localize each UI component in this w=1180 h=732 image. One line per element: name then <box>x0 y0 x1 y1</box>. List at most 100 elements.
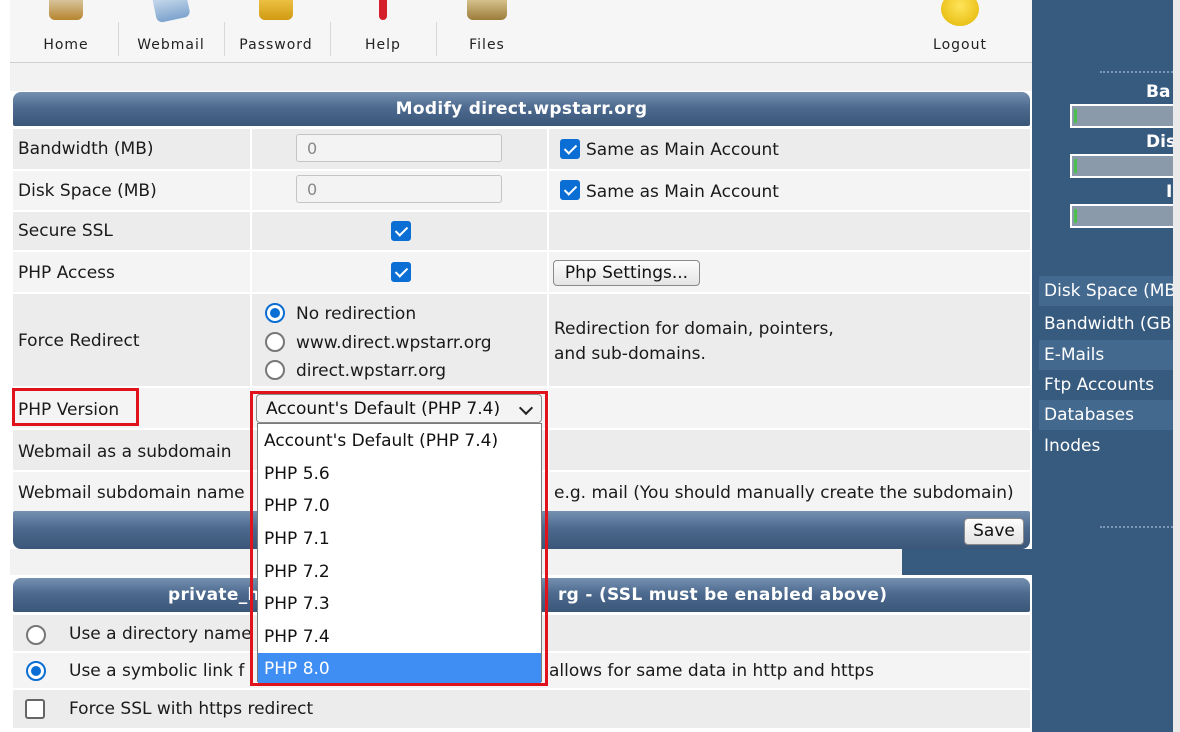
disk-same-checkbox[interactable] <box>560 180 580 200</box>
nav-divider <box>330 22 331 56</box>
redirect-nowww-label: direct.wpstarr.org <box>296 361 447 381</box>
bandwidth-same-checkbox[interactable] <box>560 139 580 159</box>
column-divider <box>547 129 549 169</box>
nav-home[interactable]: Home <box>16 0 116 62</box>
redirect-www-radio[interactable] <box>265 332 285 352</box>
column-divider <box>547 294 549 386</box>
home-icon <box>49 0 83 20</box>
bandwidth-input[interactable] <box>296 134 502 162</box>
column-divider <box>547 252 549 292</box>
inode-usage-bar <box>1070 204 1173 228</box>
php-access-row: PHP Access Php Settings... <box>13 250 1030 292</box>
column-divider <box>547 388 549 428</box>
php-option-highlighted[interactable]: PHP 8.0 <box>258 653 541 686</box>
sidebar-item-bandwidth[interactable]: Bandwidth (GB <box>1039 309 1173 339</box>
php-access-checkbox[interactable] <box>391 262 411 282</box>
password-icon <box>259 0 293 20</box>
nav-home-label: Home <box>43 37 89 53</box>
nav-webmail-label: Webmail <box>137 37 205 53</box>
nav-password-label: Password <box>239 37 313 53</box>
php-option[interactable]: PHP 7.3 <box>258 588 541 621</box>
nav-divider <box>118 22 119 56</box>
sidebar-item-disk-space[interactable]: Disk Space (MB <box>1039 276 1173 306</box>
nav-help[interactable]: Help <box>333 0 433 62</box>
webmail-name-hint: e.g. mail (You should manually create th… <box>554 483 1014 503</box>
section-gap-dark <box>902 549 1032 575</box>
column-divider <box>547 430 549 470</box>
php-version-select[interactable]: Account's Default (PHP 7.4) <box>256 394 542 423</box>
nav-logout-label: Logout <box>933 37 987 53</box>
nav-files[interactable]: Files <box>437 0 537 62</box>
webmail-name-label: Webmail subdomain name <box>18 483 245 503</box>
sidebar-item-inodes[interactable]: Inodes <box>1039 431 1173 461</box>
disk-usage-bar <box>1070 154 1173 178</box>
sidebar-item-emails[interactable]: E-Mails <box>1039 340 1173 370</box>
php-option[interactable]: PHP 7.0 <box>258 490 541 523</box>
column-divider <box>250 252 252 292</box>
disk-space-label: Disk Space (MB) <box>18 181 157 201</box>
private-link-radio[interactable] <box>26 661 46 681</box>
bandwidth-same-label: Same as Main Account <box>586 140 779 160</box>
usage-fill <box>1074 109 1077 123</box>
private-html-title-end: rg - (SSL must be enabled above) <box>558 585 888 605</box>
sidebar-item-databases[interactable]: Databases <box>1039 400 1173 430</box>
php-option[interactable]: Account's Default (PHP 7.4) <box>258 425 541 458</box>
save-button[interactable]: Save <box>964 518 1024 545</box>
nav-help-label: Help <box>365 37 401 53</box>
usage-fill <box>1074 159 1077 173</box>
php-settings-button[interactable]: Php Settings... <box>553 260 700 286</box>
private-dir-label: Use a directory name <box>69 624 252 644</box>
bandwidth-label: Bandwidth (MB) <box>18 139 154 159</box>
force-redirect-row: Force Redirect No redirection www.direct… <box>13 292 1030 386</box>
nav-logout[interactable]: Logout <box>910 0 1010 62</box>
php-option[interactable]: PHP 5.6 <box>258 458 541 491</box>
nav-password[interactable]: Password <box>226 0 326 62</box>
nav-divider <box>224 22 225 56</box>
bandwidth-bar-label: Ba <box>1146 82 1171 102</box>
column-divider <box>250 388 252 428</box>
logout-icon <box>941 0 979 26</box>
private-link-label: Use a symbolic link f <box>69 661 245 681</box>
disk-space-row: Disk Space (MB) Same as Main Account <box>13 169 1030 210</box>
webmail-subdomain-label: Webmail as a subdomain <box>18 442 232 462</box>
php-version-dropdown: Account's Default (PHP 7.4) PHP 5.6 PHP … <box>257 423 542 686</box>
php-option[interactable]: PHP 7.4 <box>258 621 541 654</box>
bandwidth-row: Bandwidth (MB) Same as Main Account <box>13 127 1030 169</box>
disk-same-label: Same as Main Account <box>586 182 779 202</box>
force-ssl-label: Force SSL with https redirect <box>69 699 314 719</box>
column-divider <box>250 212 252 250</box>
redirect-nowww-radio[interactable] <box>265 360 285 380</box>
force-ssl-checkbox[interactable] <box>25 699 45 719</box>
dotted-divider <box>1100 71 1173 75</box>
php-option[interactable]: PHP 7.1 <box>258 523 541 556</box>
app-window: Home Webmail Password Help Files Logout … <box>0 0 1180 732</box>
sidebar-item-ftp[interactable]: Ftp Accounts <box>1039 370 1173 400</box>
column-divider <box>547 472 549 511</box>
column-divider <box>250 129 252 169</box>
secure-ssl-row: Secure SSL <box>13 210 1030 250</box>
nav-webmail[interactable]: Webmail <box>121 0 221 62</box>
webmail-icon <box>151 0 191 24</box>
php-access-label: PHP Access <box>18 263 115 283</box>
redirect-none-radio[interactable] <box>265 303 285 323</box>
content-spacer <box>10 63 1032 91</box>
private-dir-radio[interactable] <box>26 625 46 645</box>
usage-fill <box>1074 209 1077 223</box>
window-edge <box>1173 0 1180 732</box>
bandwidth-usage-bar <box>1070 104 1173 128</box>
disk-space-input[interactable] <box>296 175 502 203</box>
files-icon <box>467 0 507 20</box>
redirect-none-label: No redirection <box>296 304 417 324</box>
secure-ssl-label: Secure SSL <box>18 221 113 241</box>
chevron-down-icon <box>518 400 534 416</box>
private-link-note: allows for same data in http and https <box>549 661 874 681</box>
redirect-www-label: www.direct.wpstarr.org <box>296 333 492 353</box>
inode-bar-label: I <box>1166 182 1173 202</box>
private-html-title-start: private_h <box>168 585 260 605</box>
modify-section-header: Modify direct.wpstarr.org <box>13 92 1030 126</box>
disk-bar-label: Dis <box>1146 132 1173 152</box>
secure-ssl-checkbox[interactable] <box>391 221 411 241</box>
php-option[interactable]: PHP 7.2 <box>258 556 541 589</box>
column-divider <box>250 294 252 386</box>
php-version-selected-text: Account's Default (PHP 7.4) <box>266 399 501 419</box>
